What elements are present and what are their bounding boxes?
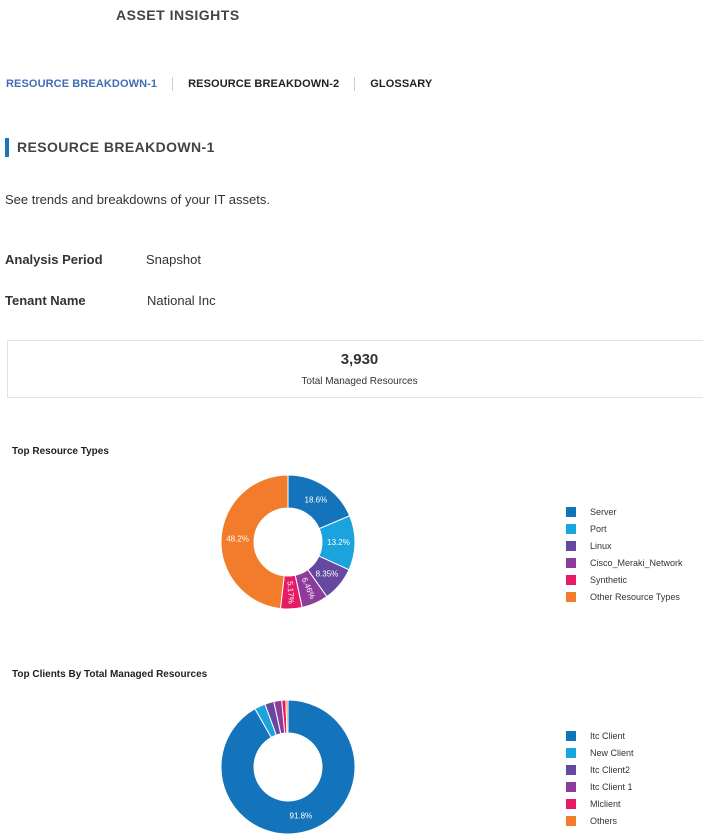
slice-label-other-resource-types: 48.2% (226, 535, 249, 544)
legend-item-cisco-meraki-network[interactable]: Cisco_Meraki_Network (566, 554, 683, 571)
kpi-value: 3,930 (340, 351, 379, 368)
legend-item-itc-client-1[interactable]: Itc Client 1 (566, 778, 634, 795)
legend-swatch (566, 747, 576, 758)
legend-item-other-resource-types[interactable]: Other Resource Types (566, 588, 683, 605)
legend-item-synthetic[interactable]: Synthetic (566, 571, 683, 588)
legend-swatch (566, 764, 576, 775)
legend-swatch (566, 781, 576, 792)
tab-bar: RESOURCE BREAKDOWN-1 RESOURCE BREAKDOWN-… (6, 77, 432, 91)
legend-label: Linux (590, 540, 612, 551)
slice-label-server: 18.6% (305, 495, 328, 504)
legend-label: Others (590, 815, 618, 826)
legend-item-linux[interactable]: Linux (566, 537, 683, 554)
legend-label: Itc Client 1 (590, 781, 633, 792)
tenant-name-value: National Inc (147, 293, 216, 308)
chart-title-top-clients: Top Clients By Total Managed Resources (12, 669, 208, 680)
legend-top-clients: Itc Client New Client Itc Client2 Itc Clien… (566, 727, 634, 829)
legend-swatch (566, 798, 576, 809)
legend-label: Server (590, 506, 617, 517)
legend-swatch (566, 506, 576, 517)
legend-swatch (566, 815, 576, 826)
legend-label: Itc Client (590, 730, 626, 741)
legend-item-others[interactable]: Others (566, 812, 634, 829)
slice-label-itc-client: 91.8% (290, 811, 313, 820)
legend-swatch (566, 523, 576, 534)
legend-item-new-client[interactable]: New Client (566, 744, 634, 761)
legend-top-resource-types: Server Port Linux Cisco_Meraki_Network Synth… (566, 503, 683, 605)
donut-chart-top-resource-types: 18.6%13.2%8.35%6.46%5.17%48.2% (220, 474, 356, 610)
legend-label: Port (590, 523, 607, 534)
tenant-name-label: Tenant Name (5, 293, 86, 308)
legend-swatch (566, 557, 576, 568)
legend-swatch (566, 540, 576, 551)
legend-label: Other Resource Types (590, 591, 680, 602)
section-title: RESOURCE BREAKDOWN-1 (5, 138, 215, 157)
total-managed-resources-card: 3,930 Total Managed Resources (7, 340, 703, 398)
legend-label: Cisco_Meraki_Network (590, 557, 683, 568)
slice-label-linux: 8.35% (316, 570, 339, 579)
tab-resource-breakdown-2[interactable]: RESOURCE BREAKDOWN-2 (188, 78, 339, 90)
slice-label-synthetic: 5.17% (285, 581, 295, 604)
tab-glossary[interactable]: GLOSSARY (370, 78, 432, 90)
legend-item-itc-client2[interactable]: Itc Client2 (566, 761, 634, 778)
app-title: ASSET INSIGHTS (116, 7, 240, 23)
analysis-period-label: Analysis Period (5, 252, 103, 267)
legend-swatch (566, 730, 576, 741)
chart-title-top-resource-types: Top Resource Types (12, 446, 109, 457)
analysis-period-value: Snapshot (146, 252, 201, 267)
legend-item-port[interactable]: Port (566, 520, 683, 537)
donut-chart-top-clients: 91.8% (220, 699, 356, 835)
slice-label-port: 13.2% (327, 538, 350, 547)
legend-item-server[interactable]: Server (566, 503, 683, 520)
legend-label: Synthetic (590, 574, 628, 585)
tab-resource-breakdown-1[interactable]: RESOURCE BREAKDOWN-1 (6, 78, 157, 90)
tab-divider (172, 77, 174, 91)
legend-item-mlclient[interactable]: Mlclient (566, 795, 634, 812)
legend-item-itc-client[interactable]: Itc Client (566, 727, 634, 744)
legend-label: New Client (590, 747, 634, 758)
legend-swatch (566, 591, 576, 602)
kpi-label: Total Managed Resources (301, 376, 418, 387)
legend-label: Itc Client2 (590, 764, 631, 775)
tab-divider (354, 77, 356, 91)
legend-swatch (566, 574, 576, 585)
section-description: See trends and breakdowns of your IT ass… (5, 192, 270, 207)
legend-label: Mlclient (590, 798, 621, 809)
